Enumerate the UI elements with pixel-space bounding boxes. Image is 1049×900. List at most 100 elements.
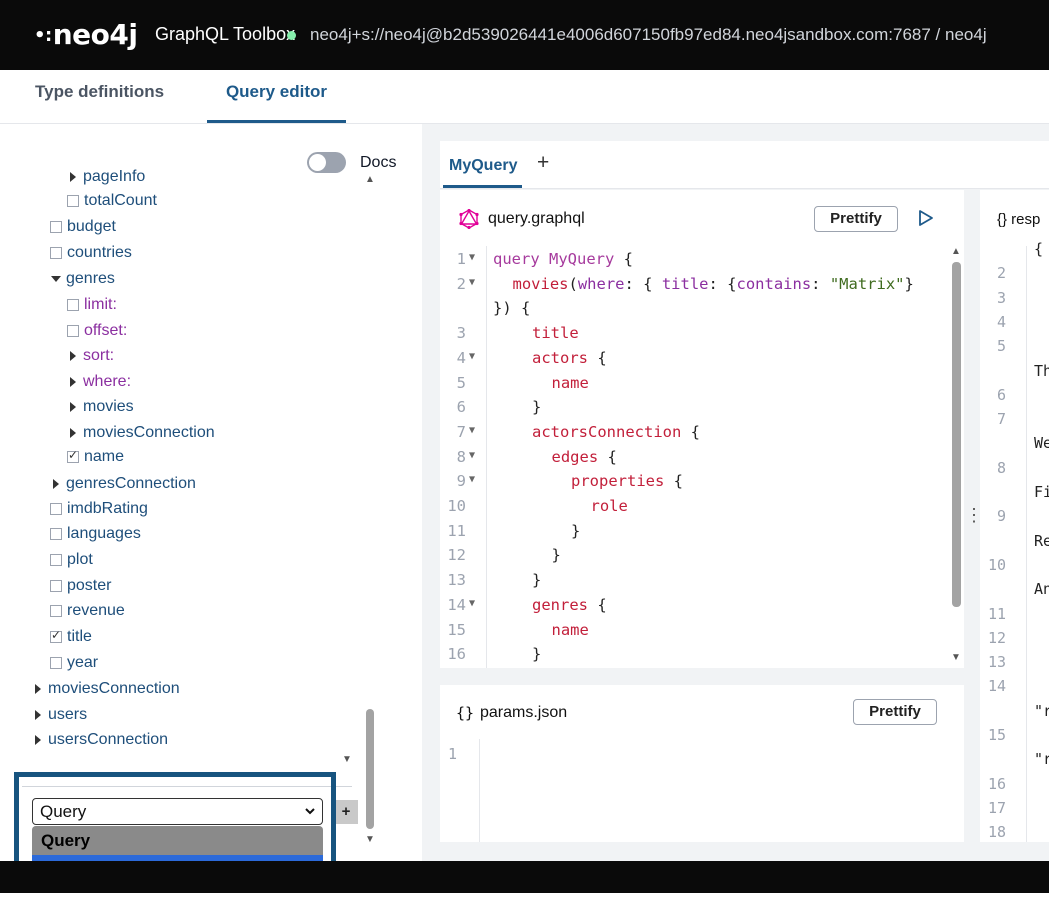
code-line: }) {	[440, 299, 950, 323]
response-text: An	[1034, 580, 1049, 599]
line-number: 5	[996, 337, 1006, 356]
tree-item-label: moviesConnection	[83, 424, 215, 441]
caret-right-icon[interactable]	[53, 479, 59, 489]
fold-arrow-icon[interactable]: ▼	[469, 598, 475, 609]
fold-arrow-icon[interactable]: ▼	[469, 351, 475, 362]
query-code-editor[interactable]: 1 ▼ query MyQuery {2 ▼ movies(where: { title…	[440, 246, 964, 668]
tree-item[interactable]: moviesConnection	[32, 680, 180, 698]
checkbox-icon[interactable]	[50, 503, 62, 515]
checkbox-icon[interactable]	[67, 299, 79, 311]
code-token: "Matrix"	[829, 274, 905, 293]
tree-item[interactable]: title	[50, 628, 92, 646]
checkbox-icon[interactable]	[67, 325, 79, 337]
checkbox-icon[interactable]	[50, 247, 62, 259]
tree-item[interactable]: sort:	[67, 347, 114, 365]
code-token: role	[590, 497, 628, 515]
tree-item[interactable]: imdbRating	[50, 500, 148, 518]
app-title: GraphQL Toolbox	[155, 24, 296, 44]
editor-scroll-up-icon[interactable]: ▲	[951, 246, 961, 257]
code-text: properties {	[571, 472, 683, 490]
scroll-up-arrow-icon[interactable]: ▲	[365, 174, 375, 185]
line-number: 7	[456, 422, 466, 441]
caret-down-icon[interactable]	[51, 276, 61, 282]
code-text: title	[532, 324, 579, 342]
tab-query-editor[interactable]: Query editor	[207, 70, 346, 123]
line-number: 5	[456, 373, 466, 392]
fold-arrow-icon[interactable]: ▼	[469, 450, 475, 461]
tree-item[interactable]: revenue	[50, 602, 125, 620]
caret-right-icon[interactable]	[70, 172, 76, 182]
fold-arrow-icon[interactable]: ▼	[469, 425, 475, 436]
tree-item[interactable]: languages	[50, 525, 141, 543]
caret-right-icon[interactable]	[35, 735, 41, 745]
checkbox-icon[interactable]	[50, 580, 62, 592]
caret-right-icon[interactable]	[70, 402, 76, 412]
response-text: Fi	[1034, 483, 1049, 501]
tree-scroll-down-icon[interactable]: ▼	[342, 754, 352, 765]
caret-right-icon[interactable]	[70, 428, 76, 438]
line-number: 16	[447, 645, 466, 664]
tree-item[interactable]: poster	[50, 577, 111, 595]
checkbox-checked-icon[interactable]	[67, 448, 79, 463]
caret-right-icon[interactable]	[70, 351, 76, 361]
tree-item-label: pageInfo	[83, 168, 146, 185]
tree-item[interactable]: totalCount	[67, 192, 157, 210]
checkbox-checked-icon[interactable]	[50, 628, 62, 643]
add-operation-button[interactable]: +	[334, 800, 358, 824]
checkbox-icon[interactable]	[67, 195, 79, 207]
tree-item[interactable]: users	[32, 706, 87, 724]
tree-item[interactable]: year	[50, 654, 98, 672]
tree-item[interactable]: genresConnection	[50, 475, 196, 493]
checkbox-icon[interactable]	[50, 554, 62, 566]
editor-scroll-down-icon[interactable]: ▼	[951, 652, 961, 663]
checkbox-icon[interactable]	[50, 605, 62, 617]
scroll-down-arrow-icon[interactable]: ▼	[365, 834, 375, 845]
tree-item[interactable]: limit:	[67, 296, 117, 314]
add-tab-button[interactable]: +	[537, 151, 549, 175]
tree-item-label: year	[67, 654, 99, 671]
caret-right-icon[interactable]	[35, 684, 41, 694]
checkbox-icon[interactable]	[50, 221, 62, 233]
tree-item[interactable]: plot	[50, 551, 93, 569]
code-text: name	[552, 621, 589, 639]
tree-item[interactable]: offset:	[67, 322, 127, 340]
tree-item-label: genresConnection	[66, 475, 196, 492]
line-number: 1	[456, 250, 466, 268]
fold-arrow-icon[interactable]: ▼	[469, 252, 475, 263]
gutter-divider	[1026, 246, 1027, 842]
caret-right-icon[interactable]	[70, 377, 76, 387]
prettify-params-button[interactable]: Prettify	[853, 699, 937, 725]
tab-myquery[interactable]: MyQuery	[449, 157, 517, 175]
line-number: 6	[456, 398, 466, 417]
tree-item[interactable]: moviesConnection	[67, 424, 215, 442]
tree-item[interactable]: where:	[67, 373, 131, 391]
line-number: 10	[987, 555, 1006, 574]
tab-type-definitions[interactable]: Type definitions	[35, 70, 164, 123]
tree-item-label: countries	[67, 244, 132, 261]
tree-item[interactable]: budget	[50, 218, 116, 236]
caret-right-icon[interactable]	[35, 710, 41, 720]
code-token: }	[532, 398, 542, 417]
fold-arrow-icon[interactable]: ▼	[469, 277, 475, 288]
editor-scrollbar[interactable]	[952, 262, 961, 607]
explorer-scrollbar[interactable]	[366, 709, 374, 829]
checkbox-icon[interactable]	[50, 657, 62, 669]
fold-arrow-icon[interactable]: ▼	[469, 474, 475, 485]
tree-item[interactable]: countries	[50, 244, 132, 262]
checkbox-icon[interactable]	[50, 528, 62, 540]
tree-item-label: revenue	[67, 602, 125, 619]
tree-item-label: languages	[67, 525, 141, 542]
tree-item[interactable]: movies	[67, 398, 134, 416]
docs-toggle[interactable]	[307, 152, 346, 173]
line-number: 11	[447, 521, 466, 540]
tree-item-label: totalCount	[84, 192, 157, 209]
run-query-icon[interactable]	[918, 209, 934, 227]
json-icon: {}	[456, 704, 475, 722]
tree-item[interactable]: pageInfo	[67, 168, 145, 186]
tree-item[interactable]: name	[67, 448, 124, 466]
code-token: name	[551, 620, 589, 639]
tree-item[interactable]: genres	[50, 270, 115, 288]
code-text: actorsConnection {	[532, 423, 700, 441]
tree-item[interactable]: usersConnection	[32, 731, 168, 749]
prettify-query-button[interactable]: Prettify	[814, 206, 898, 232]
